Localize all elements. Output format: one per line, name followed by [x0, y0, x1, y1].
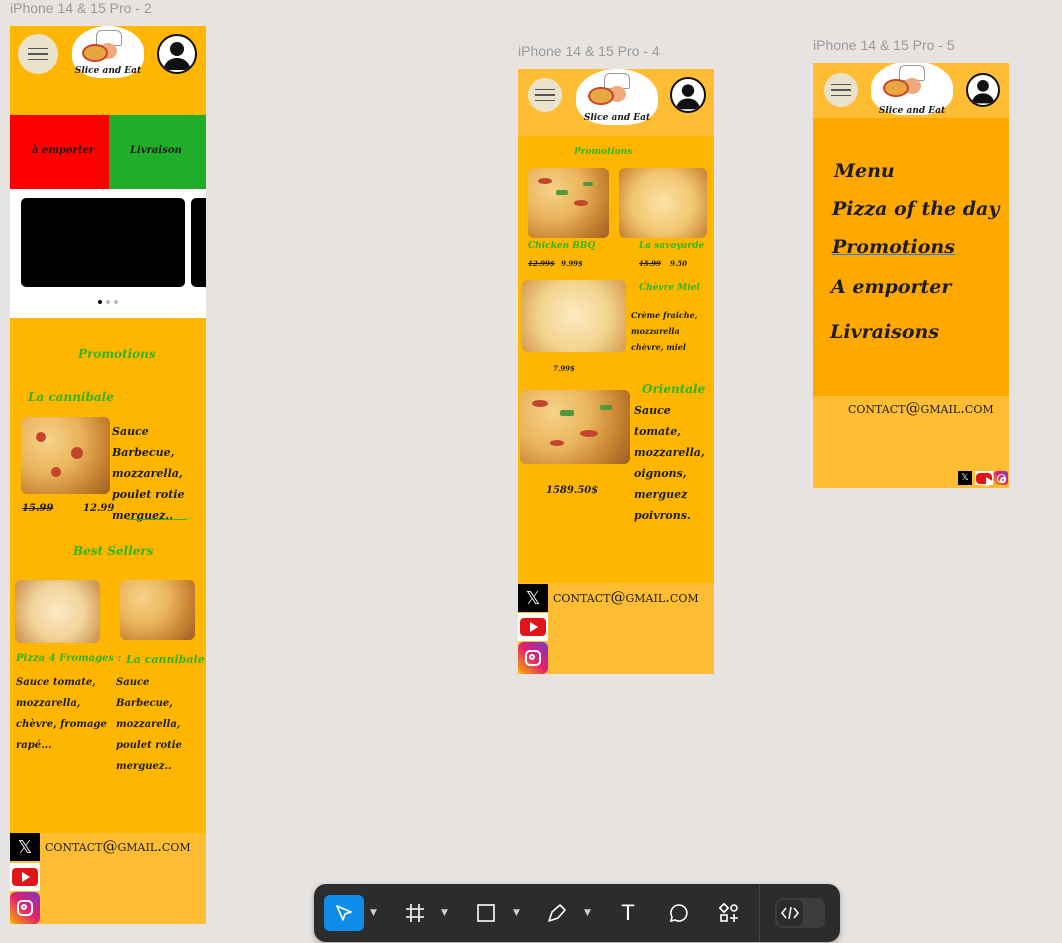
frame-label-4[interactable]: iPhone 14 & 15 Pro - 4	[518, 43, 660, 59]
instagram-icon[interactable]	[518, 642, 548, 674]
contact-email[interactable]: contact@gmail.com	[848, 399, 994, 417]
frame-iphone-2: Slice and Eat à emporter Livraison Promo…	[10, 26, 206, 924]
best-item-1-name[interactable]: Pizza 4 Fromages :	[16, 653, 121, 664]
item-new-price-savoyarde: 9.50	[670, 259, 688, 268]
item-name-orientale[interactable]: Orientale	[642, 382, 705, 396]
nav-item-livraisons[interactable]: Livraisons	[830, 321, 939, 343]
user-avatar-icon[interactable]	[670, 77, 706, 113]
best-item-1-desc: Sauce tomate, mozzarella, chèvre, fromag…	[16, 677, 107, 751]
chevron-down-icon[interactable]: ▼	[441, 908, 448, 918]
pen-icon	[548, 904, 566, 922]
carousel-dots[interactable]	[98, 300, 118, 304]
carousel-slide-next[interactable]	[191, 198, 206, 287]
promo-pizza-image[interactable]	[21, 417, 110, 494]
delivery-label: Livraison	[130, 145, 182, 156]
carousel[interactable]	[10, 189, 206, 318]
user-avatar-icon[interactable]	[157, 34, 197, 74]
dev-mode-toggle[interactable]	[775, 898, 825, 928]
footer: contact@gmail.com 𝕏	[813, 396, 1009, 488]
takeaway-button[interactable]: à emporter	[10, 115, 109, 189]
bestsellers-title: Best Sellers	[73, 544, 154, 558]
code-icon	[781, 906, 799, 920]
actions-icon	[718, 902, 738, 922]
comment-tool[interactable]	[662, 896, 696, 930]
item-name-chevre-miel[interactable]: Chèvre Miel	[639, 283, 700, 293]
youtube-icon[interactable]	[518, 613, 548, 641]
footer: 𝕏 contact@gmail.com	[10, 833, 206, 924]
item-old-price-chicken-bbq: 12.99$	[528, 259, 555, 268]
brand-name: Slice and Eat	[74, 66, 142, 76]
promo-old-price: 15.99	[22, 503, 54, 514]
pizza-image-chicken-bbq[interactable]	[528, 168, 609, 238]
brand-logo: Slice and Eat	[871, 63, 953, 121]
best-pizza-image-1[interactable]	[15, 580, 100, 643]
frame-tool[interactable]	[398, 896, 432, 930]
best-item-2-name[interactable]: La cannibale	[126, 653, 205, 666]
chevron-down-icon[interactable]: ▼	[513, 908, 520, 918]
x-twitter-icon[interactable]: 𝕏	[518, 584, 548, 612]
item-name-chicken-bbq[interactable]: Chicken BBQ	[528, 241, 595, 251]
best-item-2-desc: Sauce Barbecue, mozzarella, poulet rotie…	[116, 677, 182, 772]
brand-name: Slice and Eat	[583, 113, 651, 123]
comment-icon	[669, 904, 688, 923]
youtube-icon[interactable]	[10, 863, 40, 891]
carousel-slide[interactable]	[21, 198, 185, 287]
best-pizza-image-2[interactable]	[120, 580, 195, 640]
takeaway-label: à emporter	[32, 145, 95, 156]
x-twitter-icon[interactable]: 𝕏	[10, 833, 40, 861]
brand-logo: Slice and Eat	[72, 26, 144, 86]
design-toolbar: ▼ ▼ ▼ ▼ T	[314, 884, 840, 942]
contact-email[interactable]: contact@gmail.com	[553, 588, 699, 606]
promo-item-desc: Sauce Barbecue, mozzarella, poulet rotie…	[112, 425, 185, 522]
brand-name: Slice and Eat	[878, 106, 946, 116]
delivery-button[interactable]: Livraison	[109, 115, 206, 189]
promo-new-price: 12.99	[83, 503, 115, 514]
chevron-down-icon[interactable]: ▼	[584, 908, 591, 918]
frame-iphone-5: Slice and Eat Menu Pizza of the day Prom…	[813, 63, 1009, 488]
item-price-orientale: 1589.50$	[546, 485, 599, 496]
promotions-title: Promotions	[574, 147, 633, 157]
instagram-icon[interactable]	[994, 471, 1008, 485]
nav-item-promotions[interactable]: Promotions	[832, 236, 955, 258]
item-name-savoyarde[interactable]: La savoyarde	[639, 241, 704, 251]
item-price-chevre-miel: 7.99$	[553, 364, 575, 373]
toolbar-divider	[759, 884, 760, 942]
frame-icon	[406, 904, 424, 922]
contact-email[interactable]: contact@gmail.com	[45, 837, 191, 855]
youtube-icon[interactable]	[975, 471, 994, 487]
chevron-down-icon[interactable]: ▼	[370, 908, 377, 918]
hamburger-menu-button[interactable]	[824, 73, 858, 107]
item-new-price-chicken-bbq: 9.99$	[561, 259, 583, 268]
move-tool[interactable]	[324, 895, 364, 931]
rectangle-icon	[477, 904, 495, 922]
frame-label-2[interactable]: iPhone 14 & 15 Pro - 2	[10, 0, 152, 16]
nav-item-pizza-of-the-day[interactable]: Pizza of the day	[832, 198, 999, 220]
promo-divider	[127, 519, 187, 520]
item-desc-orientale: Sauce tomate, mozzarella, oignons, mergu…	[634, 404, 705, 522]
actions-tool[interactable]	[712, 896, 746, 930]
shape-tool[interactable]	[469, 896, 503, 930]
nav-menu: Menu Pizza of the day Promotions A empor…	[813, 118, 1009, 396]
nav-item-menu[interactable]: Menu	[834, 160, 895, 182]
promo-item-name[interactable]: La cannibale	[28, 390, 114, 404]
item-old-price-savoyarde: 15.99	[639, 259, 661, 268]
frame-label-5[interactable]: iPhone 14 & 15 Pro - 5	[813, 37, 955, 53]
pen-tool[interactable]	[540, 896, 574, 930]
brand-logo: Slice and Eat	[576, 69, 658, 129]
pizza-image-orientale[interactable]	[520, 390, 630, 464]
pizza-image-chevre-miel[interactable]	[522, 280, 626, 352]
user-avatar-icon[interactable]	[966, 73, 1000, 107]
hamburger-menu-button[interactable]	[18, 34, 58, 74]
nav-item-a-emporter[interactable]: A emporter	[831, 276, 951, 298]
footer: 𝕏 contact@gmail.com	[518, 583, 714, 674]
instagram-icon[interactable]	[10, 892, 40, 924]
text-tool[interactable]: T	[611, 896, 645, 930]
x-twitter-icon[interactable]: 𝕏	[958, 471, 972, 485]
pizza-image-savoyarde[interactable]	[619, 168, 707, 238]
promotions-title: Promotions	[78, 347, 156, 361]
item-desc-chevre-miel: Crème fraiche, mozzarella chèvre, miel	[631, 310, 698, 352]
cursor-icon	[336, 905, 352, 921]
frame-iphone-4: Slice and Eat Promotions Chicken BBQ La …	[518, 69, 714, 674]
hamburger-menu-button[interactable]	[528, 78, 562, 112]
